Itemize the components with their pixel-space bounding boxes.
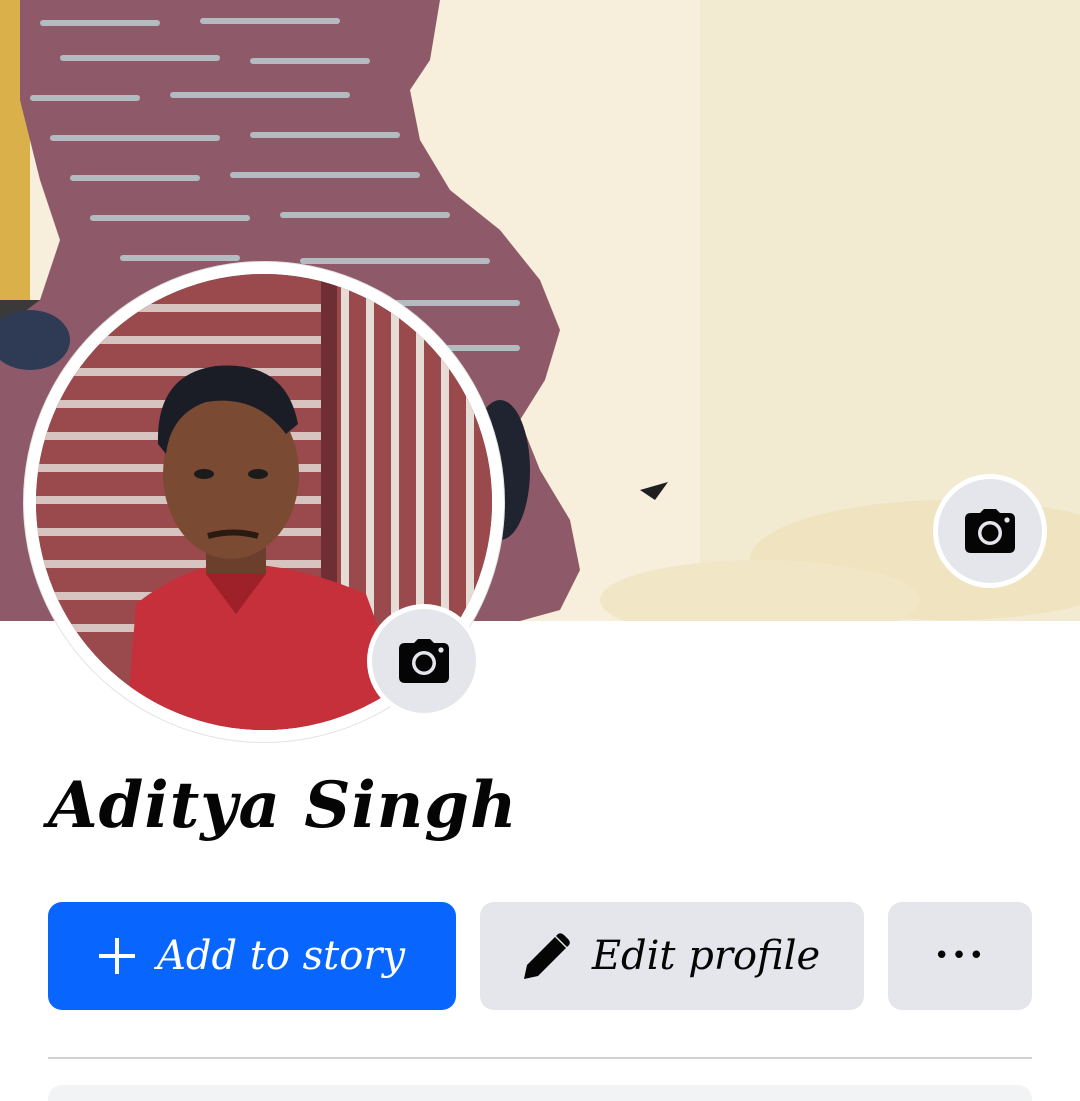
- section-divider: [48, 1057, 1032, 1059]
- pencil-icon: [523, 933, 570, 979]
- profile-page: Aditya Singh Add to story Edit profile •…: [0, 0, 1080, 1101]
- profile-name: Aditya Singh: [48, 768, 518, 843]
- ellipsis-icon: •••: [933, 941, 986, 971]
- edit-profile-label: Edit profile: [591, 933, 821, 979]
- camera-icon: [399, 639, 449, 683]
- more-options-button[interactable]: •••: [888, 902, 1032, 1010]
- add-to-story-button[interactable]: Add to story: [48, 902, 456, 1010]
- add-to-story-label: Add to story: [156, 933, 406, 979]
- cover-camera-button[interactable]: [938, 479, 1042, 583]
- next-section-card: [48, 1085, 1032, 1101]
- avatar-camera-button[interactable]: [372, 609, 476, 713]
- camera-icon: [965, 509, 1015, 553]
- edit-profile-button[interactable]: Edit profile: [480, 902, 864, 1010]
- plus-icon: [98, 938, 135, 974]
